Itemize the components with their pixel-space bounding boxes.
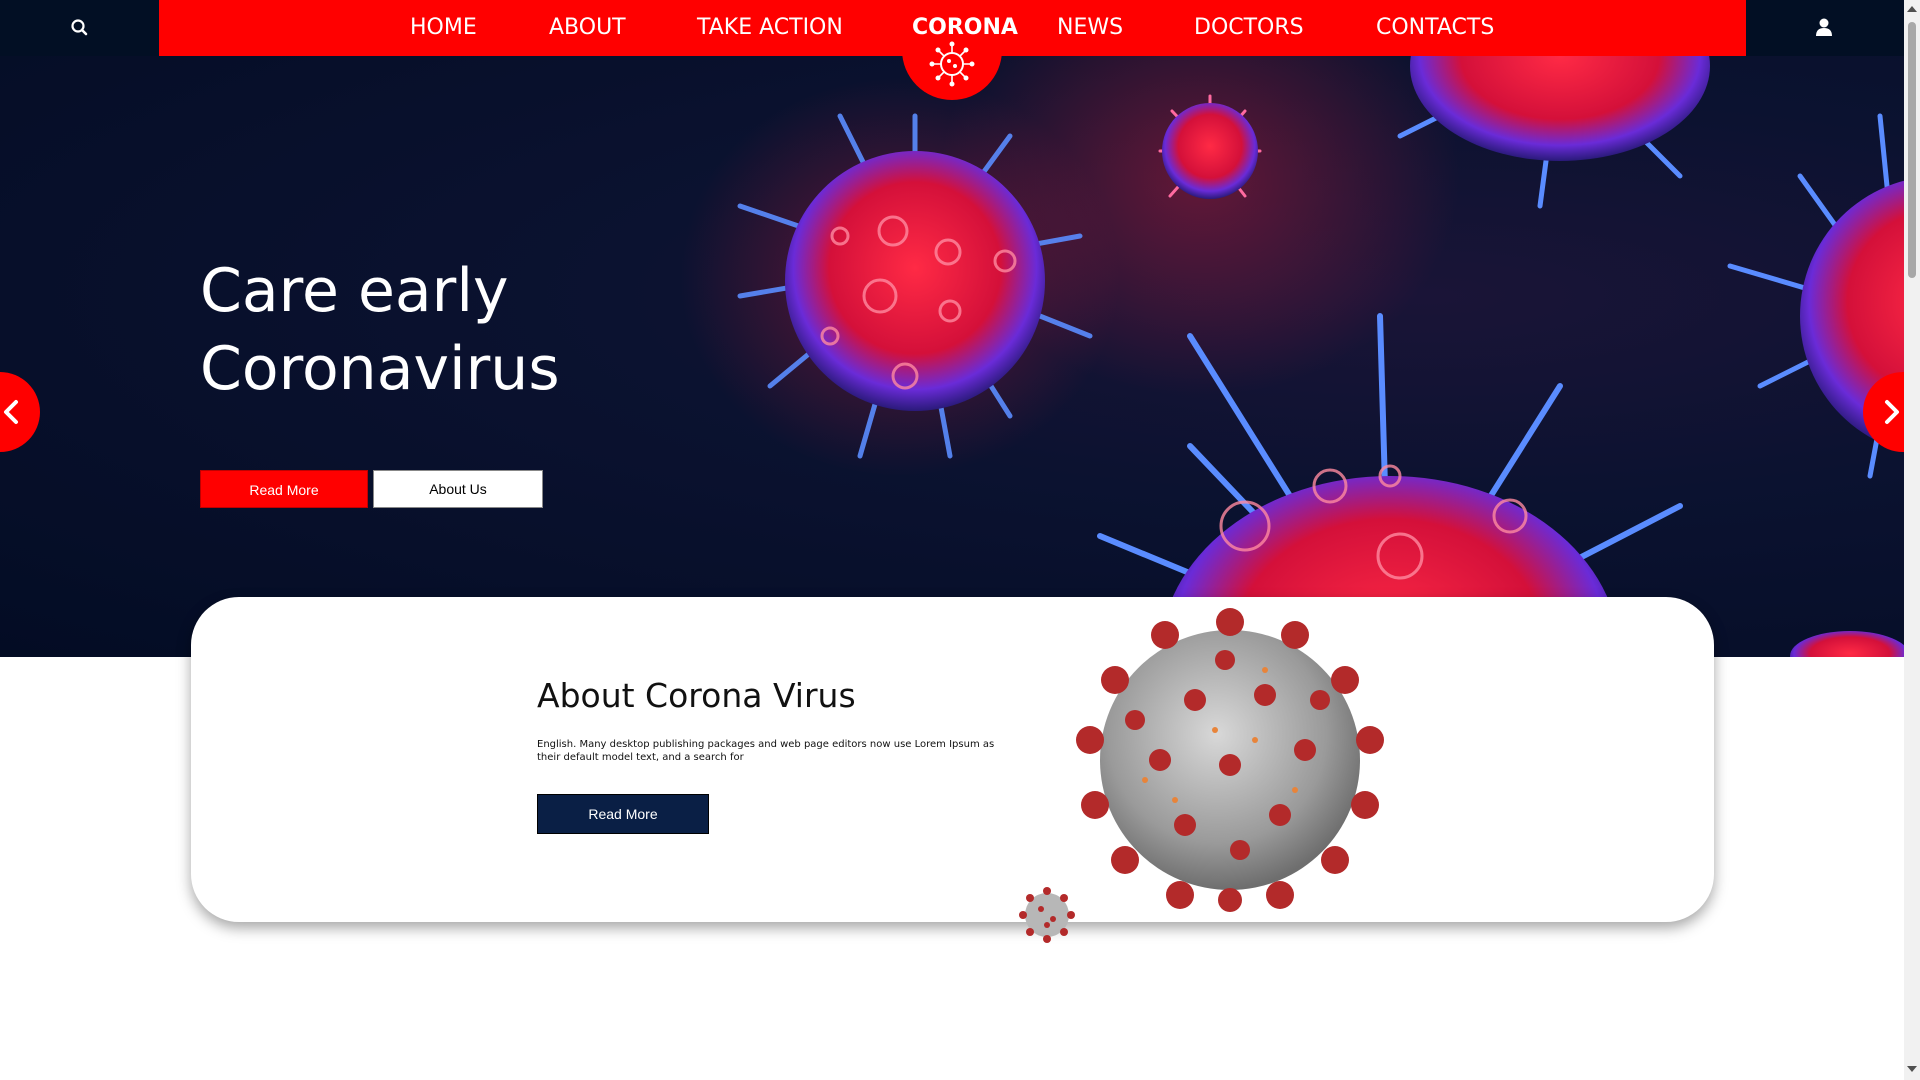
virus-logo-icon <box>929 41 975 87</box>
about-read-more-button[interactable]: Read More <box>537 794 709 834</box>
scroll-up-arrow-icon[interactable] <box>1907 6 1917 12</box>
nav-news[interactable]: NEWS <box>1057 0 1123 56</box>
user-icon <box>1816 18 1832 36</box>
chevron-right-icon <box>1885 400 1899 424</box>
slider-next-button[interactable] <box>1863 372 1904 452</box>
about-title: About Corona Virus <box>537 676 856 715</box>
page: Care early Coronavirus Read More About U… <box>0 0 1904 1080</box>
chevron-left-icon <box>4 400 18 424</box>
small-virus-illustration <box>1019 887 1075 943</box>
hero-title-line2: Coronavirus <box>200 334 560 404</box>
hero-banner: Care early Coronavirus Read More About U… <box>0 56 1904 657</box>
hero-about-us-button[interactable]: About Us <box>373 470 543 508</box>
hero-read-more-button[interactable]: Read More <box>200 470 368 508</box>
slider-prev-button[interactable] <box>0 372 40 452</box>
nav-about[interactable]: ABOUT <box>549 0 626 56</box>
scroll-down-arrow-icon[interactable] <box>1907 1066 1917 1072</box>
user-account-button[interactable] <box>1812 15 1836 39</box>
nav-take-action[interactable]: TAKE ACTION <box>697 0 843 56</box>
scroll-thumb[interactable] <box>1908 22 1916 278</box>
about-text: English. Many desktop publishing package… <box>537 739 995 763</box>
search-button[interactable] <box>68 16 92 40</box>
coronavirus-illustration <box>1076 608 1384 912</box>
page-scrollbar[interactable] <box>1904 0 1920 1080</box>
search-icon <box>71 19 88 36</box>
hero-title: Care early Coronavirus <box>200 252 900 408</box>
hero-title-line1: Care early <box>200 256 509 326</box>
nav-home[interactable]: HOME <box>410 0 477 56</box>
nav-contacts[interactable]: CONTACTS <box>1376 0 1494 56</box>
nav-doctors[interactable]: DOCTORS <box>1194 0 1304 56</box>
